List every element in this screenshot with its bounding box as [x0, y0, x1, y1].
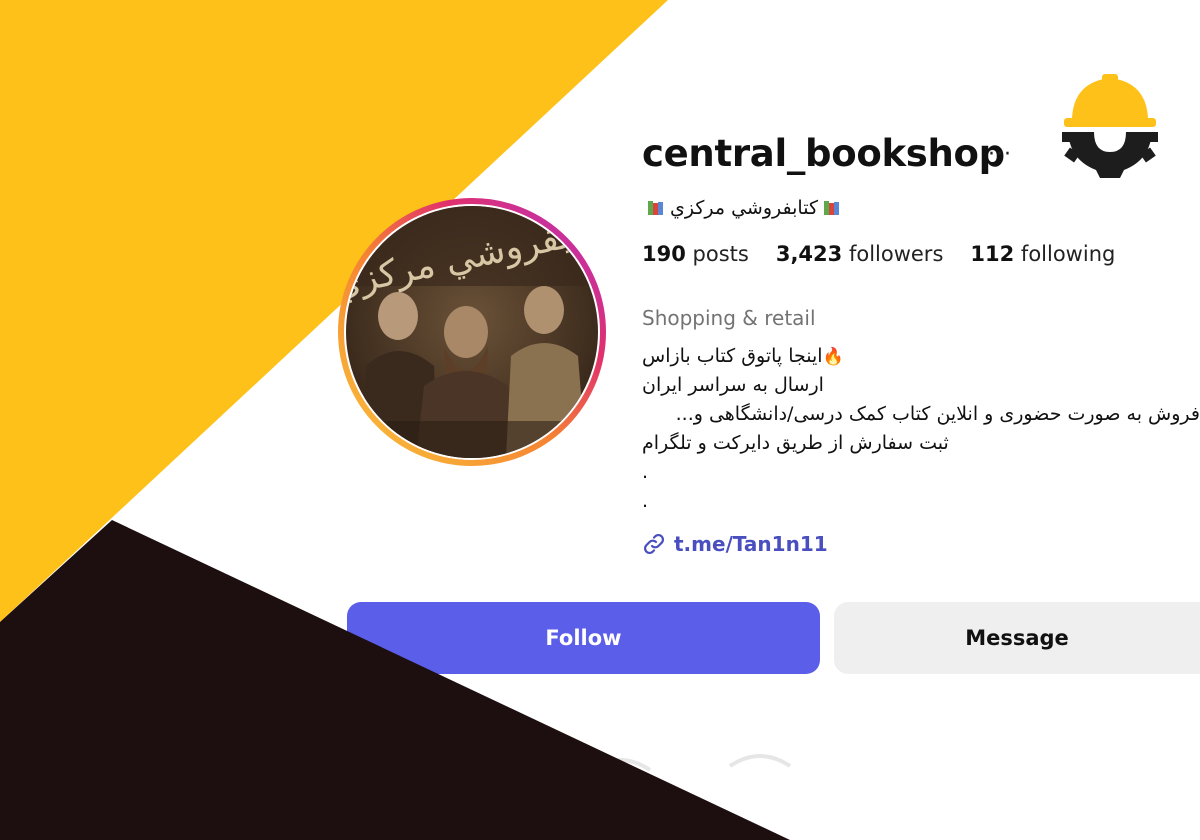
highlight-circle-2 — [728, 754, 792, 768]
message-button[interactable]: Message — [834, 602, 1200, 674]
following-stat[interactable]: 112 following — [970, 242, 1115, 266]
highlight-circle-1 — [588, 758, 652, 772]
followers-label: followers — [848, 242, 944, 266]
bio-line-3-text: فروش به صورت حضوری و انلاین کتاب کمک درس… — [675, 403, 1200, 425]
story-highlights-partial — [588, 754, 792, 772]
screenshot-stage: كتابفروشي مركزي central_bookshop ··· كتا… — [0, 0, 1200, 840]
following-label: following — [1020, 242, 1116, 266]
link-icon — [643, 533, 665, 555]
profile-category: Shopping & retail — [642, 306, 816, 330]
profile-username: central_bookshop — [642, 132, 1005, 175]
construction-helmet-gear-logo — [1062, 74, 1158, 178]
posts-stat[interactable]: 190 posts — [642, 242, 749, 266]
bio-line-1-text: اینجا پاتوق کتاب بازاس — [642, 345, 823, 367]
more-options-button[interactable]: ··· — [988, 142, 1012, 167]
books-emoji-icon — [823, 201, 839, 215]
profile-avatar[interactable]: كتابفروشي مركزي — [336, 196, 608, 468]
profile-bio: 🔥اینجا پاتوق کتاب بازاس ارسال به سراسر ا… — [642, 342, 1200, 516]
ellipsis-icon: ··· — [988, 142, 1012, 167]
following-count: 112 — [970, 242, 1015, 266]
dark-band — [0, 520, 790, 840]
bio-line-4: ثبت سفارش از طریق دایرکت و تلگرام — [642, 432, 949, 454]
books-emoji-icon — [648, 201, 663, 215]
profile-display-name: كتابفروشي مركزي — [646, 194, 842, 222]
bio-line-3: فروش به صورت حضوری و انلاین کتاب کمک درس… — [642, 400, 1200, 429]
followers-count: 3,423 — [775, 242, 843, 266]
profile-link[interactable]: t.me/Tan1n11 — [642, 532, 828, 556]
display-name-text: كتابفروشي مركزي — [670, 197, 818, 219]
bio-line-1: 🔥اینجا پاتوق کتاب بازاس — [642, 342, 1200, 371]
bio-line-2: ارسال به سراسر ایران — [642, 374, 824, 396]
followers-stat[interactable]: 3,423 followers — [776, 242, 944, 266]
posts-label: posts — [692, 242, 749, 266]
profile-stats: 190 posts 3,423 followers 112 following — [642, 242, 1115, 266]
avatar-photo: كتابفروشي مركزي — [346, 206, 598, 458]
posts-count: 190 — [642, 242, 686, 266]
bio-line-6: . — [642, 490, 649, 512]
link-text: t.me/Tan1n11 — [674, 532, 828, 556]
follow-button[interactable]: Follow — [347, 602, 820, 674]
bio-line-5: . — [642, 461, 649, 483]
fire-emoji-icon: 🔥 — [822, 347, 844, 367]
